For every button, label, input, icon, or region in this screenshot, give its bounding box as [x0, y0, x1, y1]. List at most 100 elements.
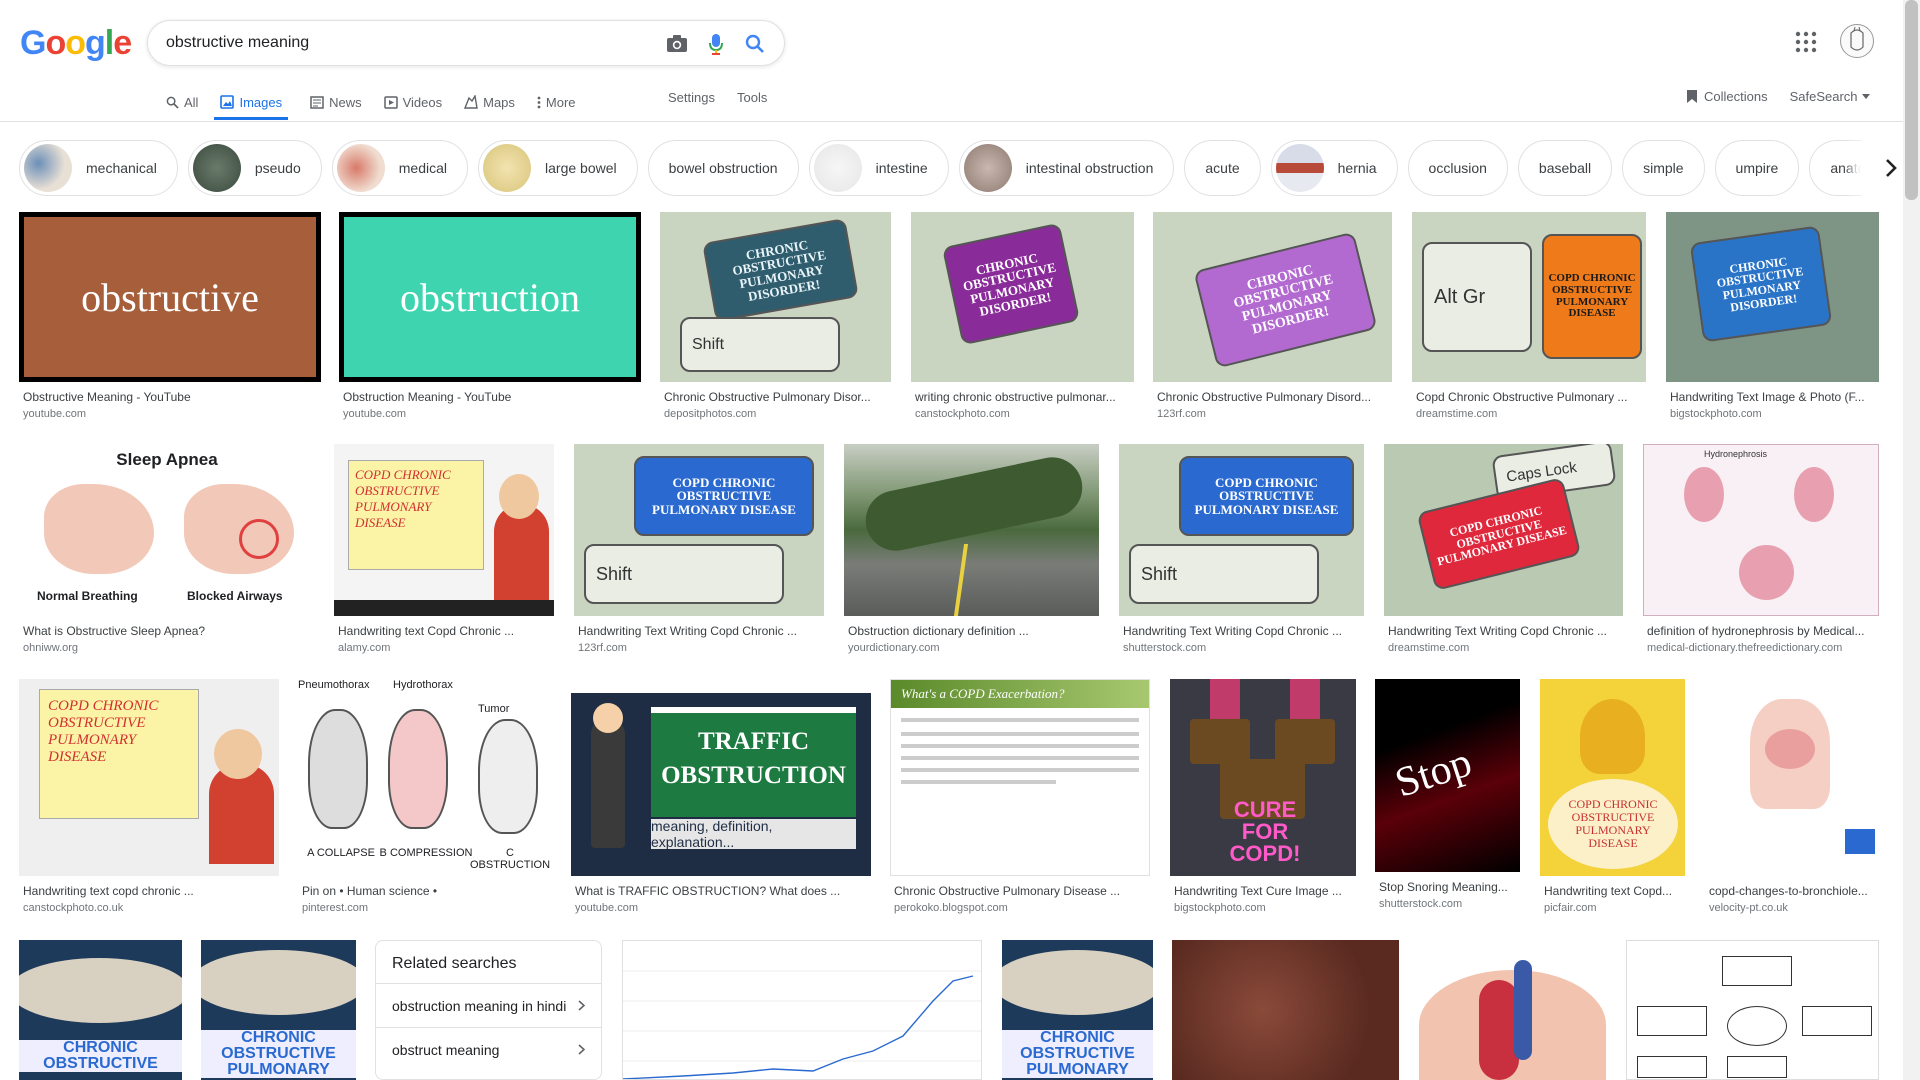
- image-result[interactable]: obstructive Obstructive Meaning - YouTub…: [19, 212, 321, 420]
- result-thumbnail: COPD CHRONIC OBSTRUCTIVE PULMONARY DISEA…: [1540, 679, 1685, 876]
- result-title: Handwriting Text Cure Image ...: [1174, 884, 1342, 898]
- result-title: definition of hydronephrosis by Medical.…: [1647, 624, 1865, 638]
- result-thumbnail: CHRONIC OBSTRUCTIVE PULMONARY DISORDER!: [911, 212, 1134, 382]
- result-source: velocity-pt.co.uk: [1709, 902, 1788, 914]
- result-source: bigstockphoto.com: [1670, 408, 1762, 420]
- result-thumbnail: [1419, 940, 1606, 1080]
- image-result[interactable]: CHRONIC OBSTRUCTIVE PULMONARY: [201, 940, 356, 1080]
- result-source: dreamstime.com: [1388, 642, 1470, 654]
- shift-key: Shift: [1129, 544, 1319, 604]
- result-title: Obstructive Meaning - YouTube: [23, 390, 191, 404]
- image-result[interactable]: What's a COPD Exacerbation? Chronic Obst…: [890, 679, 1150, 914]
- result-title: Copd Chronic Obstructive Pulmonary ...: [1416, 390, 1628, 404]
- result-source: youtube.com: [575, 902, 638, 914]
- result-thumbnail: Pneumothorax Hydrothorax Tumor A COLLAPS…: [298, 679, 552, 876]
- image-result[interactable]: Obstruction dictionary definition ... yo…: [844, 444, 1099, 654]
- keyboard-key: COPD CHRONIC OBSTRUCTIVE PULMONARY DISEA…: [1179, 456, 1354, 536]
- image-result[interactable]: TRAFFIC OBSTRUCTION meaning, definition,…: [571, 679, 871, 914]
- result-source: depositphotos.com: [664, 408, 757, 420]
- result-title: Chronic Obstructive Pulmonary Disor...: [664, 390, 871, 404]
- thumbnail-text: Stop: [1389, 739, 1478, 807]
- image-result[interactable]: Hydronephrosis definition of hydronephro…: [1643, 444, 1879, 654]
- image-result[interactable]: [622, 940, 982, 1080]
- result-source: dreamstime.com: [1416, 408, 1498, 420]
- related-search-item[interactable]: obstruct meaning: [376, 1027, 601, 1071]
- thumbnail-label: B COMPRESSION: [379, 847, 473, 859]
- result-source: youtube.com: [343, 408, 406, 420]
- result-title: Handwriting Text Writing Copd Chronic ..…: [1388, 624, 1607, 638]
- result-title: Obstruction Meaning - YouTube: [343, 390, 512, 404]
- thumbnail-text: CHRONIC OBSTRUCTIVE: [19, 1040, 182, 1072]
- result-source: picfair.com: [1544, 902, 1597, 914]
- result-thumbnail: [622, 940, 982, 1080]
- thumbnail-text: COPD CHRONIC OBSTRUCTIVE PULMONARY DISEA…: [1548, 779, 1678, 869]
- result-thumbnail: Hydronephrosis: [1643, 444, 1879, 616]
- result-source: shutterstock.com: [1123, 642, 1207, 654]
- thumbnail-title: Sleep Apnea: [116, 450, 218, 469]
- image-result[interactable]: COPD CHRONIC OBSTRUCTIVE PULMONARY DISEA…: [334, 444, 554, 654]
- image-result[interactable]: [1172, 940, 1399, 1080]
- result-source: perokoko.blogspot.com: [894, 902, 1008, 914]
- image-result[interactable]: Caps Lock COPD CHRONIC OBSTRUCTIVE PULMO…: [1384, 444, 1623, 654]
- image-result[interactable]: COPD CHRONIC OBSTRUCTIVE PULMONARY DISEA…: [19, 679, 279, 914]
- result-thumbnail: What's a COPD Exacerbation?: [890, 679, 1150, 876]
- result-thumbnail: obstruction: [339, 212, 641, 382]
- image-result[interactable]: CHRONIC OBSTRUCTIVE PULMONARY: [1002, 940, 1153, 1080]
- related-search-item[interactable]: obstruction meaning in hindi: [376, 983, 601, 1027]
- image-result[interactable]: obstruction Obstruction Meaning - YouTub…: [339, 212, 641, 420]
- result-source: yourdictionary.com: [848, 642, 940, 654]
- result-thumbnail: [844, 444, 1099, 616]
- shift-key: Shift: [680, 317, 840, 372]
- image-result[interactable]: Pneumothorax Hydrothorax Tumor A COLLAPS…: [298, 679, 552, 914]
- image-result[interactable]: Alt Gr COPD CHRONIC OBSTRUCTIVE PULMONAR…: [1412, 212, 1646, 420]
- thumbnail-text: CURE FOR COPD!: [1229, 797, 1301, 866]
- scrollbar-thumb[interactable]: [1905, 0, 1918, 200]
- image-result[interactable]: [1626, 940, 1879, 1080]
- result-thumbnail: TRAFFIC OBSTRUCTION meaning, definition,…: [571, 693, 871, 876]
- keyboard-key: CHRONIC OBSTRUCTIVE PULMONARY DISORDER!: [1689, 225, 1833, 343]
- result-source: medical-dictionary.thefreedictionary.com: [1647, 642, 1843, 654]
- image-result[interactable]: CHRONIC OBSTRUCTIVE PULMONARY DISORDER! …: [1666, 212, 1879, 420]
- image-result[interactable]: CURE FOR COPD! Handwriting Text Cure Ima…: [1170, 679, 1356, 914]
- result-thumbnail: COPD CHRONIC OBSTRUCTIVE PULMONARY DISEA…: [1119, 444, 1364, 616]
- result-title: Chronic Obstructive Pulmonary Disease ..…: [894, 884, 1121, 898]
- related-searches-card: Related searches obstruction meaning in …: [375, 940, 602, 1080]
- image-result[interactable]: COPD CHRONIC OBSTRUCTIVE PULMONARY DISEA…: [1540, 679, 1685, 914]
- image-result[interactable]: COPD CHRONIC OBSTRUCTIVE PULMONARY DISEA…: [574, 444, 824, 654]
- thumbnail-word: obstruction: [344, 217, 636, 377]
- result-thumbnail: CHRONIC OBSTRUCTIVE: [19, 940, 182, 1080]
- keyboard-key: COPD CHRONIC OBSTRUCTIVE PULMONARY DISEA…: [634, 456, 814, 536]
- result-thumbnail: Sleep Apnea Normal Breathing Blocked Air…: [19, 444, 315, 616]
- thumbnail-label: Blocked Airways: [187, 589, 283, 603]
- result-title: Stop Snoring Meaning...: [1379, 880, 1508, 894]
- keyboard-key: CHRONIC OBSTRUCTIVE PULMONARY DISORDER!: [941, 222, 1081, 346]
- result-source: 123rf.com: [578, 642, 627, 654]
- image-result[interactable]: copd-changes-to-bronchiole... velocity-p…: [1705, 679, 1879, 914]
- image-result[interactable]: [1419, 940, 1606, 1080]
- image-result[interactable]: Sleep Apnea Normal Breathing Blocked Air…: [19, 444, 315, 654]
- related-search-label: obstruction meaning in hindi: [392, 997, 567, 1014]
- result-thumbnail: Alt Gr COPD CHRONIC OBSTRUCTIVE PULMONAR…: [1412, 212, 1646, 382]
- image-result[interactable]: CHRONIC OBSTRUCTIVE PULMONARY DISORDER! …: [911, 212, 1134, 420]
- thumbnail-label: Normal Breathing: [37, 589, 138, 603]
- image-result[interactable]: CHRONIC OBSTRUCTIVE PULMONARY DISORDER! …: [1153, 212, 1392, 420]
- result-title: Handwriting Text Image & Photo (F...: [1670, 390, 1865, 404]
- thumbnail-title: What's a COPD Exacerbation?: [891, 680, 1149, 708]
- result-thumbnail: CHRONIC OBSTRUCTIVE PULMONARY DISORDER!: [1666, 212, 1879, 382]
- result-thumbnail: COPD CHRONIC OBSTRUCTIVE PULMONARY DISEA…: [334, 444, 554, 616]
- result-source: youtube.com: [23, 408, 86, 420]
- thumbnail-text: CHRONIC OBSTRUCTIVE PULMONARY: [201, 1030, 356, 1078]
- image-result[interactable]: CHRONIC OBSTRUCTIVE: [19, 940, 182, 1080]
- image-results-grid: obstructive Obstructive Meaning - YouTub…: [0, 0, 1920, 1080]
- result-title: writing chronic obstructive pulmonar...: [915, 390, 1116, 404]
- result-title: Handwriting text copd chronic ...: [23, 884, 194, 898]
- line-chart-thumbnail: [623, 970, 981, 1079]
- result-title: What is Obstructive Sleep Apnea?: [23, 624, 206, 638]
- result-title: Handwriting text Copd Chronic ...: [338, 624, 515, 638]
- result-thumbnail: obstructive: [19, 212, 321, 382]
- keyboard-key: CHRONIC OBSTRUCTIVE PULMONARY DISORDER!: [702, 218, 859, 322]
- image-result[interactable]: COPD CHRONIC OBSTRUCTIVE PULMONARY DISEA…: [1119, 444, 1364, 654]
- thumbnail-label: Tumor: [478, 703, 510, 715]
- image-result[interactable]: CHRONIC OBSTRUCTIVE PULMONARY DISORDER! …: [660, 212, 891, 420]
- image-result[interactable]: Stop Stop Snoring Meaning... shutterstoc…: [1375, 679, 1520, 910]
